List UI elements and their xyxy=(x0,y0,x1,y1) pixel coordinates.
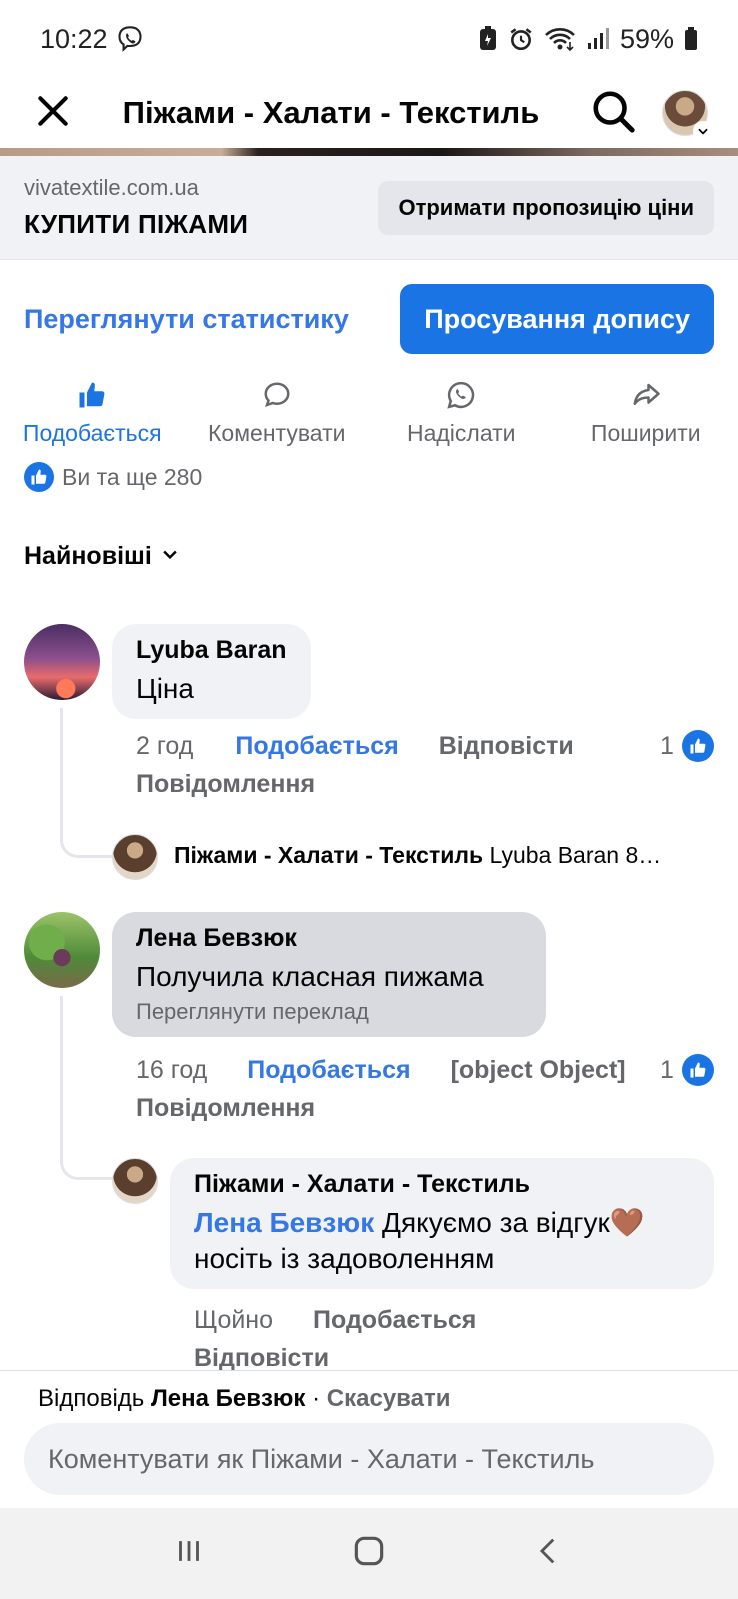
chevron-down-icon xyxy=(160,542,180,571)
commenter-avatar-lena[interactable] xyxy=(24,912,100,988)
thread-line xyxy=(60,708,112,858)
comment-meta: 16 год Подобається [object Object] xyxy=(136,1056,626,1085)
wifi-icon xyxy=(544,26,576,52)
chevron-down-icon xyxy=(693,121,713,141)
post-header: Піжами - Халати - Текстиль xyxy=(0,78,738,148)
reply-text-line2: носіть із задоволенням xyxy=(194,1243,495,1274)
battery-saver-icon xyxy=(478,26,498,52)
home-icon[interactable] xyxy=(350,1532,388,1575)
comment-author[interactable]: Лена Бевзюк xyxy=(136,924,522,953)
like-reaction-icon xyxy=(681,1054,714,1086)
post-actions: Подобається Коментувати Надіслати Пошири… xyxy=(0,378,738,448)
alarm-icon xyxy=(508,26,534,52)
comment-time: 2 год xyxy=(136,732,194,760)
reply-target-name: Лена Бевзюк xyxy=(150,1385,306,1412)
reaction-summary-text: Ви та ще 280 xyxy=(62,463,203,490)
status-bar: 10:22 59% xyxy=(0,0,738,78)
reply-preview-text: Lyuba Baran 8… xyxy=(489,842,662,868)
reaction-summary[interactable]: Ви та ще 280 xyxy=(24,462,202,492)
reply-preview[interactable]: Піжами - Халати - Текстиль Lyuba Baran 8… xyxy=(174,842,714,869)
comment-action[interactable]: Коментувати xyxy=(185,378,370,448)
like-reaction-icon xyxy=(681,730,714,762)
like-icon xyxy=(76,380,108,416)
promote-post-button[interactable]: Просування допису xyxy=(400,284,714,354)
comment-like-button[interactable]: Подобається xyxy=(247,1056,410,1085)
close-icon[interactable] xyxy=(34,92,72,135)
commenter-avatar-lyuba[interactable] xyxy=(24,624,100,700)
comment-input-placeholder: Коментувати як Піжами - Халати - Текстил… xyxy=(48,1443,595,1474)
comment-message-button[interactable]: Повідомлення xyxy=(136,770,315,799)
reply-bubble[interactable]: Піжами - Халати - Текстиль Лена Бевзюк Д… xyxy=(170,1158,714,1289)
comment-reaction-count[interactable]: 1 xyxy=(660,1054,714,1086)
comment-reply-button[interactable]: [object Object] xyxy=(451,1056,626,1085)
profile-avatar[interactable] xyxy=(662,90,713,141)
like-reaction-icon xyxy=(24,462,54,492)
search-icon[interactable] xyxy=(590,88,636,139)
thread-line xyxy=(60,996,112,1180)
reply-text: Лена Бевзюк Дякуємо за відгук🤎 носіть із… xyxy=(194,1205,690,1277)
post-image-edge xyxy=(0,148,738,156)
reply-preview-author: Піжами - Халати - Текстиль xyxy=(174,842,484,868)
ad-cta-title: КУПИТИ ПІЖАМИ xyxy=(24,209,249,239)
battery-percent: 59% xyxy=(619,23,674,54)
reply-composer: Відповідь Лена Бевзюк · Скасувати Комент… xyxy=(0,1370,738,1508)
cancel-reply-button[interactable]: Скасувати xyxy=(327,1385,451,1412)
view-stats-link[interactable]: Переглянути статистику xyxy=(24,304,349,335)
see-translation-link[interactable]: Переглянути переклад xyxy=(136,999,522,1025)
reply-like-button[interactable]: Подобається xyxy=(313,1306,476,1335)
share-action[interactable]: Поширити xyxy=(554,378,738,448)
comment-time: 16 год xyxy=(136,1056,208,1084)
comment-bubble[interactable]: Lyuba Baran Ціна xyxy=(112,624,311,719)
system-nav-bar xyxy=(0,1508,738,1599)
stats-row: Переглянути статистику Просування допису xyxy=(0,284,738,354)
page-title: Піжами - Халати - Текстиль xyxy=(122,95,540,130)
comment-author[interactable]: Lyuba Baran xyxy=(136,636,287,665)
signal-icon xyxy=(586,27,610,51)
reaction-count-value: 1 xyxy=(660,1055,674,1084)
battery-icon xyxy=(684,27,698,51)
reaction-count-value: 1 xyxy=(660,731,674,760)
back-icon[interactable] xyxy=(532,1534,566,1573)
reply-prefix: Відповідь xyxy=(38,1385,145,1412)
whatsapp-icon xyxy=(445,380,477,416)
status-right-group: 59% xyxy=(478,24,698,55)
page-avatar[interactable] xyxy=(112,1158,158,1204)
reply-time: Щойно xyxy=(194,1306,274,1334)
status-time-group: 10:22 xyxy=(40,24,144,55)
sort-dropdown[interactable]: Найновіші xyxy=(24,542,180,571)
comment-action-label: Коментувати xyxy=(208,419,346,446)
comment-input[interactable]: Коментувати як Піжами - Халати - Текстил… xyxy=(24,1423,714,1495)
send-action[interactable]: Надіслати xyxy=(369,378,554,448)
reply-text-line1: Дякуємо за відгук🤎 xyxy=(374,1207,645,1238)
like-action[interactable]: Подобається xyxy=(0,378,185,448)
reply-author[interactable]: Піжами - Халати - Текстиль xyxy=(194,1170,690,1199)
get-offer-button[interactable]: Отримати пропозицію ціни xyxy=(378,180,714,235)
ad-link-bar[interactable]: vivatextile.com.ua КУПИТИ ПІЖАМИ Отримат… xyxy=(0,156,738,260)
share-icon xyxy=(630,380,662,416)
reply-reply-button[interactable]: Відповісти xyxy=(194,1344,329,1373)
comment-text: Получила класная пижама xyxy=(136,961,484,992)
share-action-label: Поширити xyxy=(590,419,701,446)
comment-meta: 2 год Подобається Відповісти xyxy=(136,732,574,761)
comment-icon xyxy=(261,380,293,416)
sort-label: Найновіші xyxy=(24,542,152,570)
status-time: 10:22 xyxy=(40,23,108,54)
replying-to: Відповідь Лена Бевзюк · Скасувати xyxy=(38,1385,450,1413)
recent-apps-icon[interactable] xyxy=(172,1534,206,1573)
comment-text: Ціна xyxy=(136,673,194,704)
comment-bubble[interactable]: Лена Бевзюк Получила класная пижама Пере… xyxy=(112,912,546,1037)
comment-reaction-count[interactable]: 1 xyxy=(660,730,714,762)
comment-like-button[interactable]: Подобається xyxy=(235,732,398,761)
ad-domain: vivatextile.com.ua xyxy=(24,175,199,200)
send-action-label: Надіслати xyxy=(406,419,516,446)
viber-icon xyxy=(116,25,144,53)
reply-separator: · xyxy=(305,1385,327,1412)
like-action-label: Подобається xyxy=(22,419,162,446)
reply-meta: Щойно Подобається xyxy=(194,1306,476,1335)
comment-reply-button[interactable]: Відповісти xyxy=(439,732,574,761)
page-avatar[interactable] xyxy=(112,834,158,880)
comment-message-button[interactable]: Повідомлення xyxy=(136,1094,315,1123)
ad-link-text: vivatextile.com.ua КУПИТИ ПІЖАМИ xyxy=(24,175,248,240)
reply-mention[interactable]: Лена Бевзюк xyxy=(194,1207,374,1238)
